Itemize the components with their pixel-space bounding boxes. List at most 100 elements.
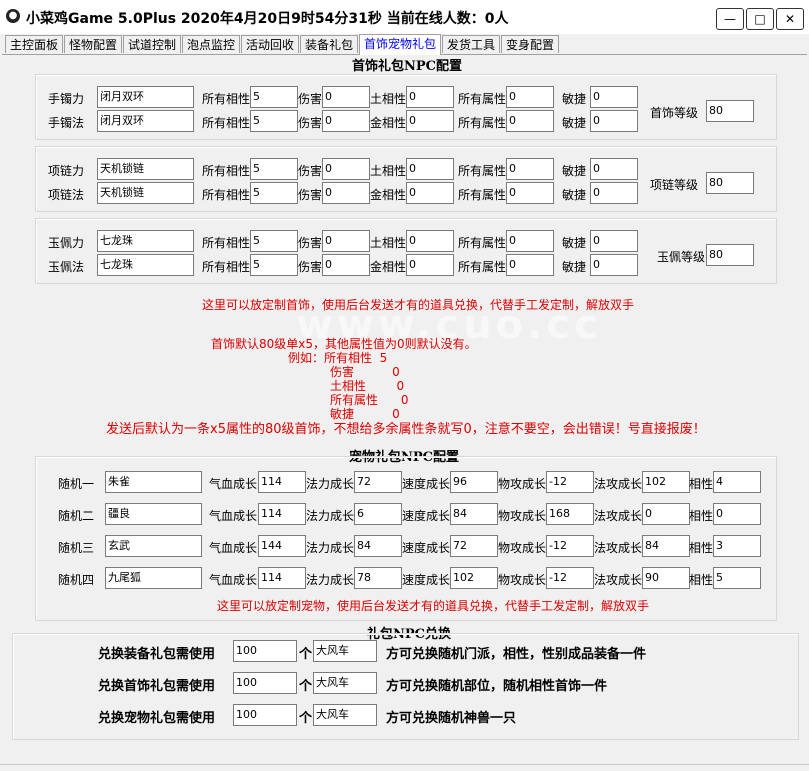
pet-mp-label: 法力成长: [306, 477, 355, 491]
pet-hp-input[interactable]: 114: [258, 567, 306, 589]
pet-speed-input[interactable]: 84: [450, 503, 498, 525]
tab-strip: 主控面板 怪物配置 试道控制 泡点监控 活动回收 装备礼包 首饰宠物礼包 发货工具 变身配置: [2, 34, 807, 55]
phase-input[interactable]: 0: [406, 86, 454, 108]
damage-input[interactable]: 0: [322, 110, 370, 132]
close-button[interactable]: ✕: [776, 8, 804, 30]
pet-phy-input[interactable]: -12: [546, 471, 594, 493]
jewelry-name-input[interactable]: 天机锁链: [97, 182, 194, 204]
tab-4[interactable]: 活动回收: [241, 35, 299, 53]
agility-input[interactable]: 0: [590, 86, 638, 108]
all-attr-input[interactable]: 0: [506, 110, 554, 132]
all-phase-label: 所有相性: [202, 92, 251, 106]
phase-input[interactable]: 0: [406, 254, 454, 276]
phase-input[interactable]: 0: [406, 230, 454, 252]
agility-input[interactable]: 0: [590, 110, 638, 132]
pet-mp-input[interactable]: 72: [354, 471, 402, 493]
pet-mp-input[interactable]: 78: [354, 567, 402, 589]
pet-mp-label: 法力成长: [306, 573, 355, 587]
pet-mag-input[interactable]: 84: [642, 535, 690, 557]
tab-5[interactable]: 装备礼包: [300, 35, 358, 53]
exchange-item-input[interactable]: 大风车: [313, 640, 377, 662]
agility-input[interactable]: 0: [590, 158, 638, 180]
exchange-count-input[interactable]: 100: [233, 672, 297, 694]
tab-6[interactable]: 首饰宠物礼包: [359, 34, 441, 55]
pet-name-input[interactable]: 朱雀: [105, 471, 202, 493]
pet-note: 这里可以放定制宠物，使用后台发送才有的道具兑换，代替手工发定制，解放双手: [217, 599, 650, 613]
all-attr-input[interactable]: 0: [506, 158, 554, 180]
level-label: 项链等级: [650, 178, 699, 192]
phase-label: 金相性: [370, 188, 407, 202]
maximize-button[interactable]: □: [746, 8, 774, 30]
jewelry-name-input[interactable]: 闭月双环: [97, 86, 194, 108]
pet-phase-input[interactable]: 4: [713, 471, 761, 493]
agility-input[interactable]: 0: [590, 182, 638, 204]
all-attr-input[interactable]: 0: [506, 254, 554, 276]
pet-phy-input[interactable]: -12: [546, 567, 594, 589]
tab-1[interactable]: 怪物配置: [64, 35, 122, 53]
damage-input[interactable]: 0: [322, 158, 370, 180]
pet-speed-input[interactable]: 102: [450, 567, 498, 589]
pet-phy-input[interactable]: -12: [546, 535, 594, 557]
tab-3[interactable]: 泡点监控: [182, 35, 240, 53]
jewelry-name-input[interactable]: 七龙珠: [97, 230, 194, 252]
all-attr-label: 所有属性: [458, 116, 507, 130]
tab-8[interactable]: 变身配置: [501, 35, 559, 53]
exchange-item-input[interactable]: 大风车: [313, 672, 377, 694]
phase-input[interactable]: 0: [406, 110, 454, 132]
pet-phy-label: 物攻成长: [498, 573, 547, 587]
pet-mag-input[interactable]: 102: [642, 471, 690, 493]
pet-speed-input[interactable]: 72: [450, 535, 498, 557]
pet-name-input[interactable]: 疆良: [105, 503, 202, 525]
tab-0[interactable]: 主控面板: [5, 35, 63, 53]
exchange-count-input[interactable]: 100: [233, 704, 297, 726]
jewelry-name-input[interactable]: 闭月双环: [97, 110, 194, 132]
pet-mag-input[interactable]: 0: [642, 503, 690, 525]
pet-hp-input[interactable]: 114: [258, 471, 306, 493]
all-phase-input[interactable]: 5: [250, 110, 298, 132]
all-attr-label: 所有属性: [458, 164, 507, 178]
damage-input[interactable]: 0: [322, 182, 370, 204]
pet-speed-input[interactable]: 96: [450, 471, 498, 493]
pet-name-input[interactable]: 九尾狐: [105, 567, 202, 589]
pet-hp-input[interactable]: 114: [258, 503, 306, 525]
damage-input[interactable]: 0: [322, 254, 370, 276]
agility-label: 敏捷: [562, 236, 587, 250]
all-attr-input[interactable]: 0: [506, 182, 554, 204]
pet-phase-input[interactable]: 3: [713, 535, 761, 557]
jewelry-name-input[interactable]: 七龙珠: [97, 254, 194, 276]
pet-phy-input[interactable]: 168: [546, 503, 594, 525]
all-phase-input[interactable]: 5: [250, 182, 298, 204]
tab-7[interactable]: 发货工具: [442, 35, 500, 53]
pet-hp-input[interactable]: 144: [258, 535, 306, 557]
minimize-button[interactable]: —: [716, 8, 744, 30]
pet-phase-input[interactable]: 5: [713, 567, 761, 589]
pet-mag-input[interactable]: 90: [642, 567, 690, 589]
agility-label: 敏捷: [562, 260, 587, 274]
pet-phase-input[interactable]: 0: [713, 503, 761, 525]
pet-mp-input[interactable]: 84: [354, 535, 402, 557]
all-phase-input[interactable]: 5: [250, 86, 298, 108]
all-phase-label: 所有相性: [202, 260, 251, 274]
pet-name-input[interactable]: 玄武: [105, 535, 202, 557]
all-phase-input[interactable]: 5: [250, 158, 298, 180]
pet-speed-label: 速度成长: [402, 573, 451, 587]
all-attr-input[interactable]: 0: [506, 230, 554, 252]
tab-2[interactable]: 试道控制: [123, 35, 181, 53]
all-attr-input[interactable]: 0: [506, 86, 554, 108]
pet-mag-label: 法攻成长: [594, 477, 643, 491]
agility-input[interactable]: 0: [590, 254, 638, 276]
pet-mp-input[interactable]: 6: [354, 503, 402, 525]
phase-input[interactable]: 0: [406, 158, 454, 180]
exchange-item-input[interactable]: 大风车: [313, 704, 377, 726]
agility-input[interactable]: 0: [590, 230, 638, 252]
exchange-count-input[interactable]: 100: [233, 640, 297, 662]
all-phase-input[interactable]: 5: [250, 230, 298, 252]
level-input[interactable]: 80: [706, 244, 754, 266]
all-phase-input[interactable]: 5: [250, 254, 298, 276]
damage-input[interactable]: 0: [322, 86, 370, 108]
level-input[interactable]: 80: [706, 172, 754, 194]
phase-input[interactable]: 0: [406, 182, 454, 204]
jewelry-name-input[interactable]: 天机锁链: [97, 158, 194, 180]
level-input[interactable]: 80: [706, 100, 754, 122]
damage-input[interactable]: 0: [322, 230, 370, 252]
